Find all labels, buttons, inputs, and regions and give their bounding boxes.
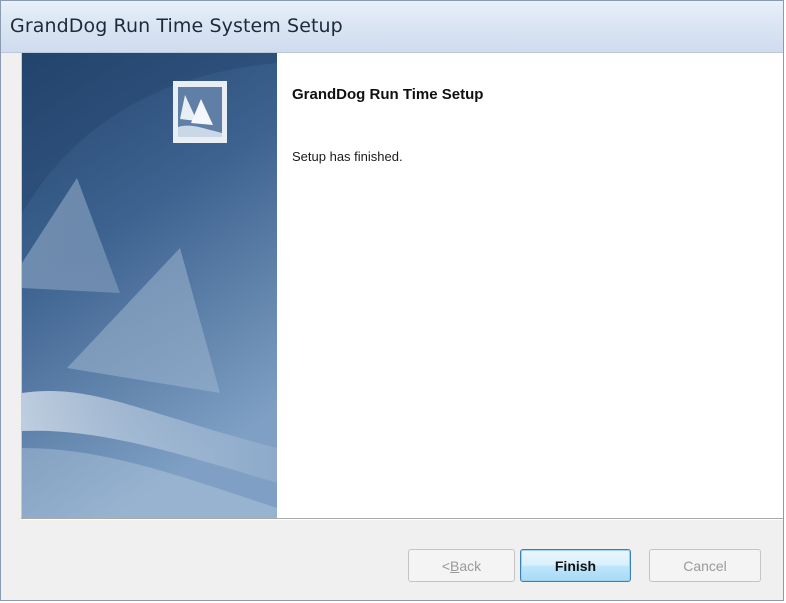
side-banner-image xyxy=(22,53,277,518)
content-area: GrandDog Run Time Setup Setup has finish… xyxy=(21,53,783,518)
status-message: Setup has finished. xyxy=(292,149,403,164)
footer-divider xyxy=(21,518,783,520)
back-button-mnemonic: B xyxy=(450,557,460,574)
back-button[interactable]: < Back xyxy=(408,549,515,582)
setup-window: GrandDog Run Time System Setup GrandDog … xyxy=(0,0,784,601)
back-button-prefix: < xyxy=(441,557,451,574)
page-heading: GrandDog Run Time Setup xyxy=(292,86,484,103)
finish-button[interactable]: Finish xyxy=(520,549,631,582)
cancel-button[interactable]: Cancel xyxy=(649,549,761,582)
back-button-rest: ack xyxy=(459,557,482,574)
title-bar[interactable]: GrandDog Run Time System Setup xyxy=(1,1,783,53)
window-title: GrandDog Run Time System Setup xyxy=(10,15,343,37)
installer-logo-icon xyxy=(173,81,227,143)
